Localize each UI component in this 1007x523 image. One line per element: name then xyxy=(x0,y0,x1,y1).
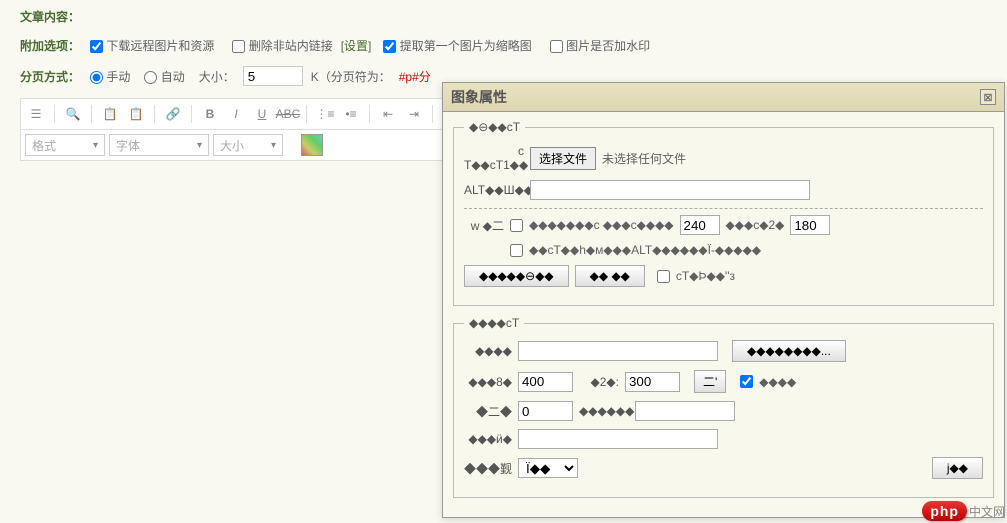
php-logo: php xyxy=(922,501,967,521)
php-watermark: php中文网 xyxy=(922,501,1005,521)
option-checkbox-3[interactable] xyxy=(657,270,670,283)
alt-option-label: ◆◆cT◆◆h◆м◆◆◆ALT◆◆◆◆◆◆Ï-◆◆◆◆◆ xyxy=(529,243,761,257)
size-label: 大小： xyxy=(199,68,235,85)
action-button-2[interactable]: ◆◆ ◆◆ xyxy=(575,265,645,287)
alt-label: ALT◆◆Ш◆◆ xyxy=(464,183,524,197)
download-remote-checkbox[interactable] xyxy=(90,40,103,53)
f2-width-label: ◆◆◆8◆ xyxy=(464,375,512,389)
fieldset-remote-legend: ◆◆◆◆cT xyxy=(464,316,524,330)
image-properties-dialog: 图象属性 ⊠ ◆⊖◆◆cT c T◆◆cT1◆◆ 选择文件 未选择任何文件 AL… xyxy=(442,82,1005,518)
download-remote-label: 下载远程图片和资源 xyxy=(106,39,214,53)
f2-title-label: ◆◆◆ӥ◆ xyxy=(464,432,512,446)
dialog-titlebar: 图象属性 ⊠ xyxy=(443,83,1004,112)
f2-height-label: ◆2◆: xyxy=(579,375,619,389)
extract-first-label: 提取第一个图片为缩略图 xyxy=(400,39,532,53)
choose-file-button[interactable]: 选择文件 xyxy=(530,147,596,170)
dialog-title: 图象属性 xyxy=(451,87,507,107)
manual-label: 手动 xyxy=(106,70,130,84)
auto-radio[interactable] xyxy=(144,71,157,84)
f2-height-input[interactable] xyxy=(625,372,680,392)
content-label: 文章内容： xyxy=(20,8,90,25)
italic-icon[interactable]: I xyxy=(225,103,247,125)
w-label: w ◆二 xyxy=(464,217,504,234)
image-icon[interactable] xyxy=(301,134,323,156)
reset-button[interactable]: 二' xyxy=(694,370,726,393)
watermark-label: 图片是否加水印 xyxy=(566,39,650,53)
options-label: 附加选项： xyxy=(20,37,90,54)
option-label-3: cT◆Þ◆◆''з xyxy=(676,269,735,283)
settings-link[interactable]: [设置] xyxy=(341,37,372,54)
format-select[interactable]: 格式 xyxy=(25,134,105,156)
width-input[interactable] xyxy=(680,215,720,235)
browse-button[interactable]: ◆◆◆◆◆◆◆◆... xyxy=(732,340,846,362)
f2-border-input[interactable] xyxy=(518,401,573,421)
alt-input[interactable] xyxy=(530,180,810,200)
f2-spacing-input[interactable] xyxy=(635,401,735,421)
separator-text: #p#分 xyxy=(399,68,431,85)
f2-width-input[interactable] xyxy=(518,372,573,392)
url-input[interactable] xyxy=(518,341,718,361)
strike-icon[interactable]: ABC xyxy=(277,103,299,125)
f2-border-label: ◆二◆ xyxy=(464,403,512,420)
no-file-text: 未选择任何文件 xyxy=(602,150,686,167)
remove-links-checkbox[interactable] xyxy=(232,40,245,53)
f2-align-select[interactable]: Ï◆◆ xyxy=(518,458,578,478)
f2-align-label: ◆◆◆觐 xyxy=(464,460,512,477)
k-label: K（分页符为： xyxy=(311,68,391,85)
watermark-checkbox[interactable] xyxy=(550,40,563,53)
bold-icon[interactable]: B xyxy=(199,103,221,125)
f2-title-input[interactable] xyxy=(518,429,718,449)
f2-lock-label: ◆◆◆◆ xyxy=(759,375,796,389)
font-select[interactable]: 字体 xyxy=(109,134,209,156)
preview-icon[interactable]: 🔍 xyxy=(62,103,84,125)
close-icon[interactable]: ⊠ xyxy=(980,89,996,105)
indent-icon[interactable]: ⇥ xyxy=(403,103,425,125)
f2-spacing-label: ◆◆◆◆◆◆: xyxy=(579,404,629,418)
resize-checkbox[interactable] xyxy=(510,219,523,232)
paste-word-icon[interactable]: 📋 xyxy=(125,103,147,125)
link-icon[interactable]: 🔗 xyxy=(162,103,184,125)
size-input[interactable] xyxy=(243,66,303,86)
underline-icon[interactable]: U xyxy=(251,103,273,125)
manual-radio[interactable] xyxy=(90,71,103,84)
paging-label: 分页方式： xyxy=(20,68,90,85)
extract-first-checkbox[interactable] xyxy=(383,40,396,53)
resize-label1: ◆◆◆◆◆◆◆c ◆◆◆c◆◆◆◆ xyxy=(529,218,674,232)
remove-links-label: 删除非站内链接 xyxy=(249,39,333,53)
ul-icon[interactable]: •≡ xyxy=(340,103,362,125)
file-label: c T◆◆cT1◆◆ xyxy=(464,144,524,172)
url-label: ◆◆◆◆ xyxy=(464,344,512,358)
height-input[interactable] xyxy=(790,215,830,235)
cn-text: 中文网 xyxy=(969,505,1005,519)
alt-option-checkbox[interactable] xyxy=(510,244,523,257)
between-label: ◆◆◆c◆2◆ xyxy=(726,218,785,232)
auto-label: 自动 xyxy=(161,70,185,84)
confirm-button[interactable]: j◆◆ xyxy=(932,457,983,479)
ol-icon[interactable]: ⋮≡ xyxy=(314,103,336,125)
fieldset-upload-legend: ◆⊖◆◆cT xyxy=(464,120,525,134)
action-button-1[interactable]: ◆◆◆◆◆⊖◆◆ xyxy=(464,265,569,287)
paste-icon[interactable]: 📋 xyxy=(99,103,121,125)
source-icon[interactable]: ☰ xyxy=(25,103,47,125)
f2-lock-checkbox[interactable] xyxy=(740,375,753,388)
outdent-icon[interactable]: ⇤ xyxy=(377,103,399,125)
size-select[interactable]: 大小 xyxy=(213,134,283,156)
